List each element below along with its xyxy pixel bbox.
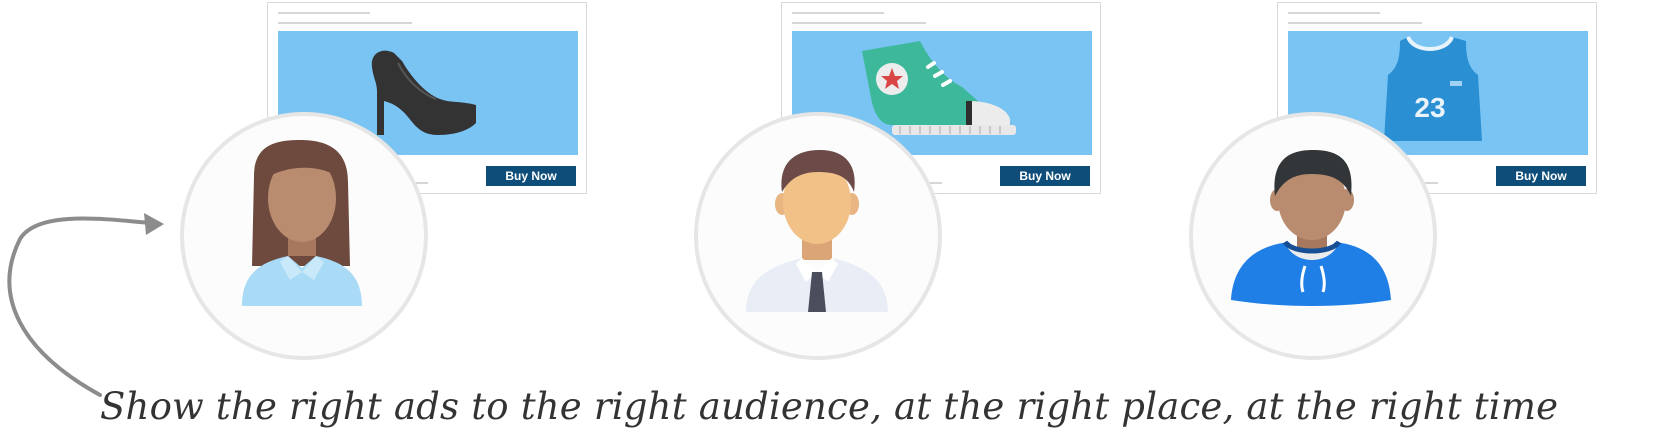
curved-arrow <box>0 205 180 410</box>
woman-avatar-icon <box>242 140 362 306</box>
ad-placeholder-line <box>278 12 370 14</box>
buy-now-button[interactable]: Buy Now <box>1496 166 1586 186</box>
ad-placeholder-line <box>792 12 884 14</box>
buy-now-button[interactable]: Buy Now <box>486 166 576 186</box>
ad-placeholder-line <box>792 22 926 24</box>
audience-avatar-woman <box>180 112 428 360</box>
ad-placeholder-line <box>278 22 412 24</box>
buy-now-button[interactable]: Buy Now <box>1000 166 1090 186</box>
audience-avatar-businessman <box>694 112 942 360</box>
ad-placeholder-line <box>1288 22 1422 24</box>
curved-arrow-icon <box>7 213 164 397</box>
young-man-hoodie-avatar-icon <box>1231 150 1391 306</box>
audience-avatar-young-man <box>1189 112 1437 360</box>
businessman-avatar-icon <box>746 150 888 312</box>
tagline: Show the right ads to the right audience… <box>100 385 1559 428</box>
ad-placeholder-line <box>1288 12 1380 14</box>
